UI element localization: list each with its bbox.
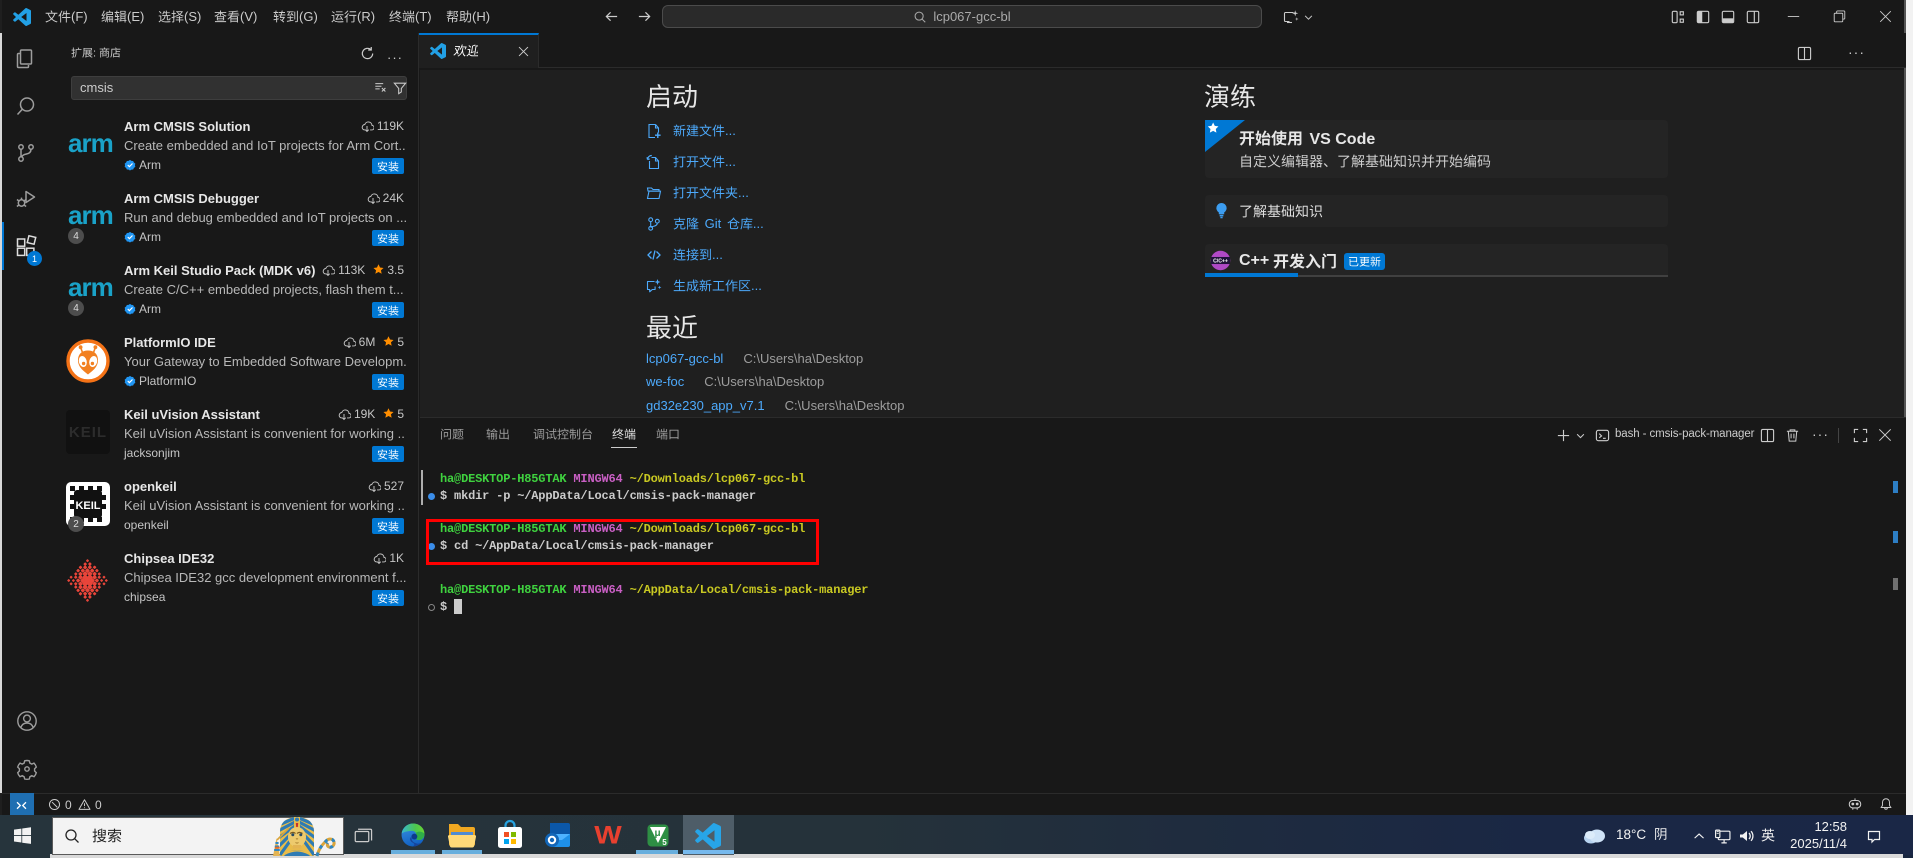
svg-text:5: 5	[662, 838, 667, 847]
svg-text:W: W	[594, 820, 622, 848]
svg-text:C/C++: C/C++	[1213, 259, 1228, 265]
svg-text:KEIL: KEIL	[75, 500, 100, 512]
svg-text:μ: μ	[654, 828, 660, 839]
